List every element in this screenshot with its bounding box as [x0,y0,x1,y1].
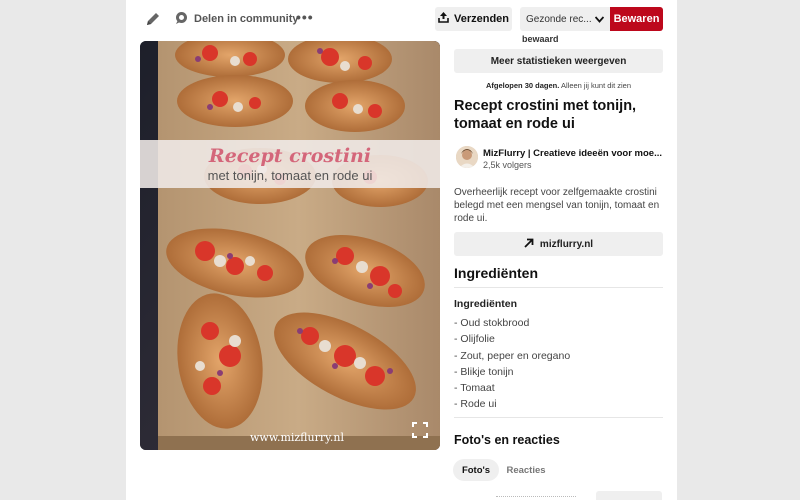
image-title: Recept crostini [208,145,372,167]
ingredients-list: - Oud stokbrood - Olijfolie - Zout, pepe… [454,315,570,413]
stats-privacy-note: Alleen jij kunt dit zien [560,81,632,90]
tab-photos[interactable]: Foto's [453,459,499,481]
ingredient-item: - Blikje tonijn [454,365,514,378]
image-title-banner: Recept crostini met tonijn, tomaat en ro… [140,140,440,188]
send-label: Verzenden [453,13,510,25]
ingredient-item: - Tomaat [454,382,495,395]
pin-toolbar: Delen in community ••• Verzenden Gezonde… [126,0,677,40]
crostini-photo [140,41,440,450]
stats-period: Afgelopen 30 dagen. [485,81,560,90]
ingredients-subheading: Ingrediënten [454,298,518,310]
image-watermark: www.mizflurry.nl [250,431,344,444]
visit-site-label: mizflurry.nl [539,238,594,250]
stats-period-note: Afgelopen 30 dagen. Alleen jij kunt dit … [454,81,663,90]
author-followers: 2,5k volgers [483,160,532,170]
pin-title: Recept crostini met tonijn, tomaat en ro… [454,98,637,132]
tab-reactions[interactable]: Reacties [503,459,549,481]
comment-input-edge[interactable] [496,496,576,500]
board-select[interactable]: Gezonde rec... [520,7,610,31]
image-subtitle: met tonijn, tomaat en rode ui [207,168,373,183]
author-name[interactable]: MizFlurry | Creatieve ideeën voor moe... [483,148,663,159]
ingredient-item: - Zout, peper en oregano [454,349,571,362]
avatar[interactable] [456,146,478,168]
upload-icon [438,12,449,26]
comment-button-edge[interactable] [596,491,662,500]
share-community-label: Delen in community [194,13,299,25]
pin-image[interactable]: Recept crostini met tonijn, tomaat en ro… [140,41,440,450]
chevron-down-icon [594,15,605,26]
pencil-icon[interactable] [144,10,162,28]
saved-count-label: bewaard [522,34,559,42]
visit-site-button[interactable]: mizflurry.nl [454,232,663,256]
ingredient-item: - Rode ui [454,398,497,411]
divider [454,287,663,288]
arrow-up-right-icon [524,238,534,251]
share-community-button[interactable]: Delen in community [174,9,299,29]
divider [454,417,663,418]
ingredient-item: - Olijfolie [454,333,495,346]
pin-description: Overheerlijk recept voor zelfgemaakte cr… [454,187,660,224]
save-button[interactable]: Bewaren [610,7,663,31]
more-stats-button[interactable]: Meer statistieken weergeven [454,49,663,73]
pin-card: Delen in community ••• Verzenden Gezonde… [126,0,677,500]
ingredient-item: - Oud stokbrood [454,317,530,329]
author-row: MizFlurry | Creatieve ideeën voor moe...… [454,146,664,172]
send-button[interactable]: Verzenden [435,7,512,31]
expand-icon[interactable] [412,422,428,438]
board-select-value: Gezonde rec... [526,13,592,25]
ingredients-heading: Ingrediënten [454,265,539,281]
more-options-button[interactable]: ••• [296,9,314,25]
photos-heading: Foto's en reacties [454,433,560,447]
chat-bubble-icon [174,11,188,28]
